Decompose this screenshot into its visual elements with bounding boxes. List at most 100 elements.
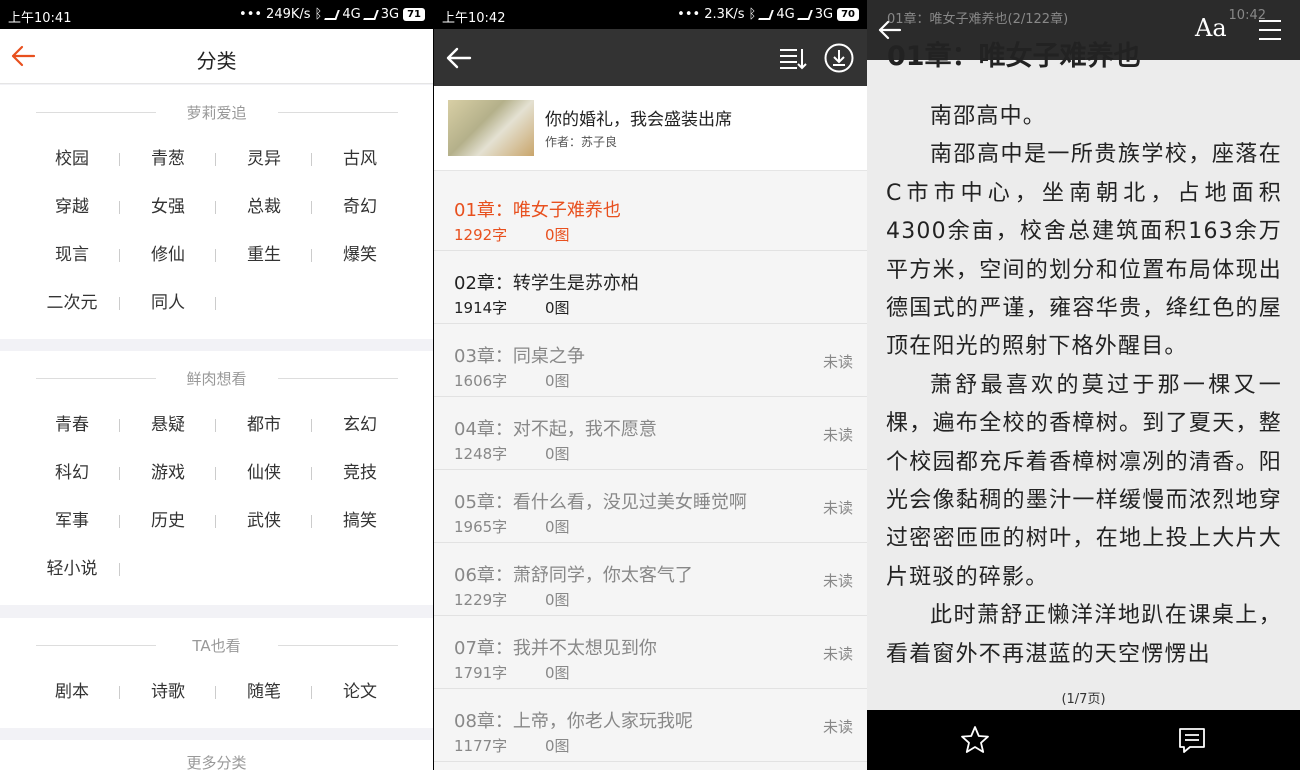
category-section: 更多分类	[0, 740, 433, 770]
status-time: 上午10:42	[442, 11, 506, 26]
paragraph: 萧舒最喜欢的莫过于那一棵又一棵，遍布全校的香樟树。到了夏天，整个校园都充斥着香樟…	[886, 372, 1282, 590]
category-item[interactable]: 灵异	[216, 135, 312, 183]
chapter-row[interactable]: 08章：上帝，你老人家玩我呢 1177字 0图 未读	[434, 689, 867, 762]
network-type-2: 3G	[380, 7, 400, 22]
network-type-1: 4G	[776, 7, 795, 22]
star-bookmark-icon[interactable]	[959, 724, 991, 756]
category-grid: 青春 悬疑 都市 玄幻 科幻 游戏 仙侠 竞技 军事 历史 武侠 搞笑 轻小说	[0, 401, 433, 593]
chapter-title: 07章：我并不太想见到你	[454, 638, 657, 659]
category-item[interactable]: 搞笑	[312, 497, 408, 545]
chapter-image-count: 0图	[545, 226, 570, 244]
bluetooth-icon: ᛒ	[748, 7, 757, 22]
book-info-card[interactable]: 你的婚礼，我会盛装出席 作者：苏子良	[434, 86, 867, 171]
reader-screen: 01章：唯女子难养也(2/122章) 10:42 Aa 01章：唯女子难养也 南…	[867, 0, 1300, 770]
category-item[interactable]: 同人	[120, 279, 216, 327]
sort-icon[interactable]	[777, 43, 807, 73]
category-item[interactable]: 竞技	[312, 449, 408, 497]
status-time: 上午10:41	[8, 11, 72, 26]
category-grid: 剧本 诗歌 随笔 论文	[0, 668, 433, 716]
category-item[interactable]: 都市	[216, 401, 312, 449]
category-item[interactable]: 轻小说	[24, 545, 120, 593]
chapter-word-count: 1292字	[454, 226, 508, 244]
unread-badge: 未读	[822, 645, 853, 663]
category-item[interactable]: 校园	[24, 135, 120, 183]
section-title: 更多分类	[186, 754, 247, 770]
category-screen: 上午10:41 ••• 249K/s ᛒ 4G 3G 71 分类 萝莉爱追 校园…	[0, 0, 433, 770]
status-dots-icon: •••	[239, 7, 263, 22]
category-item[interactable]: 诗歌	[120, 668, 216, 716]
category-item[interactable]: 论文	[312, 668, 408, 716]
chapter-row[interactable]: 06章：萧舒同学，你太客气了 1229字 0图 未读	[434, 543, 867, 616]
chapter-row[interactable]: 04章：对不起，我不愿意 1248字 0图 未读	[434, 397, 867, 470]
chapter-row[interactable]: 03章：同桌之争 1606字 0图 未读	[434, 324, 867, 397]
category-item[interactable]: 青春	[24, 401, 120, 449]
category-item[interactable]: 随笔	[216, 668, 312, 716]
chapter-title: 06章：萧舒同学，你太客气了	[454, 565, 693, 586]
chapter-word-count: 1914字	[454, 299, 508, 317]
network-type-1: 4G	[342, 7, 361, 22]
chapter-list-screen: 上午10:42 ••• 2.3K/s ᛒ 4G 3G 70 你的婚礼，我会盛装出…	[434, 0, 867, 770]
reader-bottom-bar	[867, 710, 1300, 770]
chapter-progress: 01章：唯女子难养也(2/122章)	[887, 12, 1069, 27]
unread-badge: 未读	[822, 353, 853, 371]
chapter-word-count: 1965字	[454, 518, 508, 536]
signal-icon	[796, 9, 813, 20]
page-title: 分类	[196, 49, 237, 73]
category-item[interactable]: 修仙	[120, 231, 216, 279]
category-item[interactable]: 二次元	[24, 279, 120, 327]
chapter-heading: 01章：唯女子难养也	[887, 41, 1141, 72]
category-item[interactable]: 剧本	[24, 668, 120, 716]
category-item[interactable]: 现言	[24, 231, 120, 279]
category-item[interactable]: 游戏	[120, 449, 216, 497]
chapter-row[interactable]: 02章：转学生是苏亦柏 1914字 0图	[434, 251, 867, 324]
chapter-image-count: 0图	[545, 518, 570, 536]
category-item[interactable]: 军事	[24, 497, 120, 545]
category-item[interactable]: 玄幻	[312, 401, 408, 449]
battery-icon: 71	[403, 8, 425, 21]
category-section: 鲜肉想看 青春 悬疑 都市 玄幻 科幻 游戏 仙侠 竞技 军事 历史 武侠 搞笑…	[0, 351, 433, 605]
battery-icon: 70	[837, 8, 859, 21]
chapter-title: 08章：上帝，你老人家玩我呢	[454, 711, 693, 732]
book-title: 你的婚礼，我会盛装出席	[545, 110, 732, 130]
category-item[interactable]: 古风	[312, 135, 408, 183]
menu-icon[interactable]	[1256, 16, 1284, 44]
chapter-word-count: 1248字	[454, 445, 508, 463]
category-item[interactable]: 重生	[216, 231, 312, 279]
chapter-image-count: 0图	[545, 737, 570, 755]
chapter-row[interactable]: 01章：唯女子难养也 1292字 0图	[434, 178, 867, 251]
signal-icon	[324, 9, 341, 20]
status-bar: 上午10:41 ••• 249K/s ᛒ 4G 3G 71	[0, 0, 433, 29]
status-bar: 上午10:42 ••• 2.3K/s ᛒ 4G 3G 70	[434, 0, 867, 29]
chapter-row[interactable]: 05章：看什么看，没见过美女睡觉啊 1965字 0图 未读	[434, 470, 867, 543]
category-item[interactable]: 穿越	[24, 183, 120, 231]
category-item[interactable]: 奇幻	[312, 183, 408, 231]
status-dots-icon: •••	[677, 7, 701, 22]
chapter-word-count: 1229字	[454, 591, 508, 609]
category-item[interactable]: 仙侠	[216, 449, 312, 497]
paragraph: 南邵高中是一所贵族学校，座落在C市市中心，坐南朝北，占地面积4300余亩，校舍总…	[886, 142, 1282, 360]
paragraph: 此时萧舒正懒洋洋地趴在课桌上，看着窗外不再湛蓝的天空愣愣出	[886, 603, 1282, 667]
download-icon[interactable]	[823, 42, 855, 74]
unread-badge: 未读	[822, 572, 853, 590]
chapter-row[interactable]: 07章：我并不太想见到你 1791字 0图 未读	[434, 616, 867, 689]
category-item[interactable]: 爆笑	[312, 231, 408, 279]
category-item[interactable]: 女强	[120, 183, 216, 231]
font-settings-icon[interactable]: Aa	[1195, 14, 1227, 42]
category-item[interactable]: 悬疑	[120, 401, 216, 449]
category-item[interactable]: 科幻	[24, 449, 120, 497]
category-section: TA也看 剧本 诗歌 随笔 论文	[0, 618, 433, 728]
chapter-title: 03章：同桌之争	[454, 346, 585, 367]
chapter-image-count: 0图	[545, 299, 570, 317]
chapter-word-count: 1606字	[454, 372, 508, 390]
category-item[interactable]: 历史	[120, 497, 216, 545]
comment-icon[interactable]	[1176, 724, 1208, 756]
chapter-title: 02章：转学生是苏亦柏	[454, 273, 639, 294]
category-item[interactable]: 武侠	[216, 497, 312, 545]
chapter-image-count: 0图	[545, 591, 570, 609]
back-arrow-icon[interactable]	[442, 42, 474, 74]
category-item[interactable]: 总裁	[216, 183, 312, 231]
book-cover	[448, 100, 534, 156]
chapter-image-count: 0图	[545, 664, 570, 682]
reader-body: 南邵高中。 南邵高中是一所贵族学校，座落在C市市中心，坐南朝北，占地面积4300…	[886, 98, 1282, 674]
category-item[interactable]: 青葱	[120, 135, 216, 183]
